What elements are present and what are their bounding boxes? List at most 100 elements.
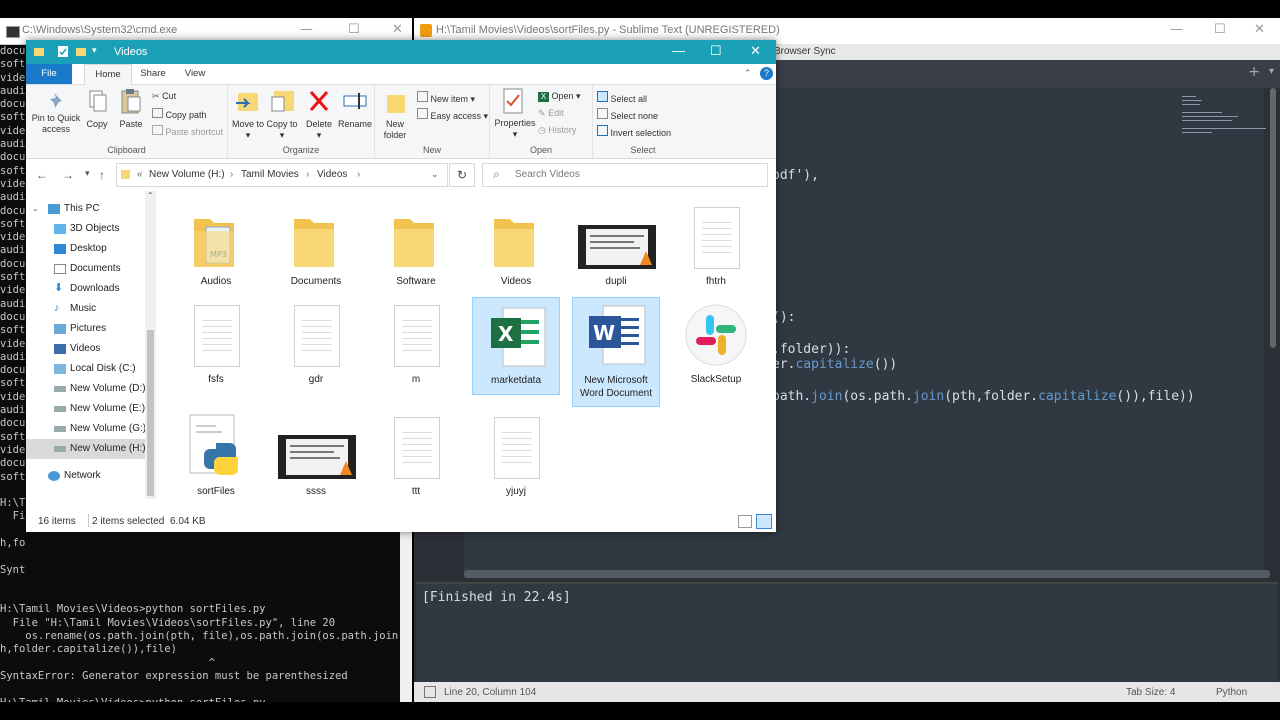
- nav-this-pc[interactable]: ⌄ This PC: [26, 199, 146, 219]
- close-button[interactable]: ✕: [1254, 22, 1265, 37]
- syntax-mode[interactable]: Python: [1216, 687, 1247, 698]
- minimize-button[interactable]: —: [672, 43, 685, 58]
- edit-button[interactable]: ✎ Edit: [538, 108, 564, 119]
- rename-button[interactable]: Rename: [336, 119, 374, 130]
- select-all-button[interactable]: Select all: [597, 91, 647, 104]
- up-icon[interactable]: ↑: [99, 168, 105, 182]
- minimap[interactable]: [1176, 90, 1266, 150]
- back-icon[interactable]: ←: [36, 168, 48, 182]
- forward-icon[interactable]: →: [62, 168, 74, 182]
- paste-button[interactable]: Paste: [116, 119, 146, 130]
- file-item[interactable]: X marketdata: [472, 297, 560, 395]
- recent-locations-icon[interactable]: ▾: [85, 168, 90, 179]
- easy-access-button[interactable]: Easy access ▾: [417, 108, 488, 122]
- build-output-panel[interactable]: [Finished in 22.4s]: [416, 582, 1278, 684]
- history-button[interactable]: ◷ History: [538, 125, 576, 136]
- properties-quick-icon[interactable]: [58, 46, 68, 57]
- panel-toggle-icon[interactable]: [424, 686, 436, 698]
- tab-file[interactable]: File: [26, 64, 72, 84]
- address-dropdown-icon[interactable]: ⌄: [431, 169, 439, 180]
- tab-home[interactable]: Home: [84, 64, 132, 85]
- minimize-button[interactable]: —: [1170, 22, 1183, 37]
- nav-videos[interactable]: Videos: [26, 339, 146, 359]
- nav-3d-objects[interactable]: 3D Objects: [26, 219, 146, 239]
- file-item[interactable]: gdr: [272, 297, 360, 395]
- file-item[interactable]: SlackSetup: [672, 297, 760, 395]
- paste-shortcut-button[interactable]: Paste shortcut: [152, 125, 223, 137]
- pin-to-quick-access-button[interactable]: Pin to Quick access: [28, 113, 84, 135]
- file-item[interactable]: fhtrh: [672, 199, 760, 297]
- expand-chevron-icon[interactable]: ⌄: [32, 199, 39, 219]
- large-icons-view-icon[interactable]: [756, 514, 772, 529]
- new-tab-icon[interactable]: +: [1248, 64, 1260, 80]
- help-icon[interactable]: ?: [760, 67, 773, 80]
- file-item[interactable]: W New Microsoft Word Document: [572, 297, 660, 407]
- quick-access-dropdown-icon[interactable]: ▾: [92, 45, 97, 56]
- tab-size[interactable]: Tab Size: 4: [1126, 687, 1175, 698]
- file-item[interactable]: fsfs: [172, 297, 260, 395]
- explorer-window[interactable]: ▾ Videos — ☐ ✕ File Home Share View ⌃ ? …: [26, 40, 776, 532]
- file-item[interactable]: dupli: [572, 199, 660, 297]
- address-bar[interactable]: « New Volume (H:) › Tamil Movies › Video…: [116, 163, 448, 187]
- refresh-button[interactable]: ↻: [449, 163, 475, 187]
- nav-documents[interactable]: Documents: [26, 259, 146, 279]
- nav-volume-e[interactable]: New Volume (E:): [26, 399, 146, 419]
- file-item[interactable]: Videos: [472, 199, 560, 297]
- address-overflow[interactable]: «: [137, 169, 143, 180]
- breadcrumb-h-drive[interactable]: New Volume (H:): [149, 169, 225, 180]
- file-item[interactable]: ssss: [272, 409, 360, 507]
- collapse-ribbon-icon[interactable]: ⌃: [744, 68, 752, 79]
- tab-view[interactable]: View: [174, 64, 216, 84]
- scroll-up-icon[interactable]: ⌃: [147, 191, 154, 200]
- open-button[interactable]: X Open ▾: [538, 91, 581, 102]
- nav-desktop[interactable]: Desktop: [26, 239, 146, 259]
- file-item[interactable]: ttt: [372, 409, 460, 507]
- breadcrumb-tamil-movies[interactable]: Tamil Movies: [241, 169, 299, 180]
- minimize-button[interactable]: —: [300, 22, 313, 37]
- copy-button[interactable]: Copy: [82, 119, 112, 130]
- cut-button[interactable]: ✂ Cut: [152, 91, 176, 102]
- invert-selection-button[interactable]: Invert selection: [597, 125, 671, 138]
- file-item[interactable]: yjuyj: [472, 409, 560, 507]
- new-folder-quick-icon[interactable]: [76, 46, 86, 57]
- file-item[interactable]: Documents: [272, 199, 360, 297]
- nav-local-disk-c[interactable]: Local Disk (C:): [26, 359, 146, 379]
- editor-hscrollbar[interactable]: [464, 570, 1270, 578]
- nav-pictures[interactable]: Pictures: [26, 319, 146, 339]
- file-item[interactable]: MP3 Audios: [172, 199, 260, 297]
- close-button[interactable]: ✕: [750, 43, 761, 59]
- delete-button[interactable]: Delete ▾: [302, 119, 336, 141]
- navigation-pane[interactable]: ⌄ This PC 3D Objects Desktop Documents ⬇ D…: [26, 191, 156, 511]
- details-view-icon[interactable]: [738, 515, 752, 528]
- new-folder-button[interactable]: New folder: [377, 119, 413, 141]
- maximize-button[interactable]: ☐: [1214, 22, 1226, 37]
- copy-path-button[interactable]: Copy path: [152, 108, 207, 120]
- file-item[interactable]: sortFiles: [172, 409, 260, 507]
- move-to-button[interactable]: Move to ▾: [230, 119, 266, 141]
- nav-network[interactable]: Network: [26, 466, 146, 486]
- new-item-button[interactable]: New item ▾: [417, 91, 475, 105]
- breadcrumb-videos[interactable]: Videos: [317, 169, 347, 180]
- select-none-button[interactable]: Select none: [597, 108, 658, 121]
- properties-button[interactable]: Properties ▾: [492, 118, 538, 140]
- copy-to-button[interactable]: Copy to ▾: [264, 119, 300, 141]
- tab-menu-icon[interactable]: ▾: [1269, 66, 1274, 77]
- explorer-titlebar[interactable]: ▾ Videos — ☐ ✕: [26, 40, 776, 64]
- editor-scrollbar[interactable]: [1270, 88, 1276, 348]
- file-item[interactable]: m: [372, 297, 460, 395]
- close-button[interactable]: ✕: [392, 22, 403, 37]
- file-item[interactable]: Software: [372, 199, 460, 297]
- nav-scrollbar-thumb[interactable]: [147, 330, 154, 496]
- nav-downloads[interactable]: ⬇ Downloads: [26, 279, 146, 299]
- nav-music[interactable]: ♪ Music: [26, 299, 146, 319]
- breadcrumb-chevron-icon[interactable]: ›: [230, 169, 233, 180]
- maximize-button[interactable]: ☐: [710, 43, 722, 59]
- maximize-button[interactable]: ☐: [348, 22, 360, 37]
- breadcrumb-chevron-icon[interactable]: ›: [306, 169, 309, 180]
- tab-share[interactable]: Share: [130, 64, 176, 84]
- breadcrumb-chevron-icon[interactable]: ›: [357, 169, 360, 180]
- file-list[interactable]: MP3 Audios Documents Software Videos dup…: [156, 191, 776, 511]
- nav-volume-g[interactable]: New Volume (G:): [26, 419, 146, 439]
- menu-browser-sync[interactable]: Browser Sync: [774, 46, 836, 57]
- search-box[interactable]: ⌕ Search Videos: [482, 163, 768, 187]
